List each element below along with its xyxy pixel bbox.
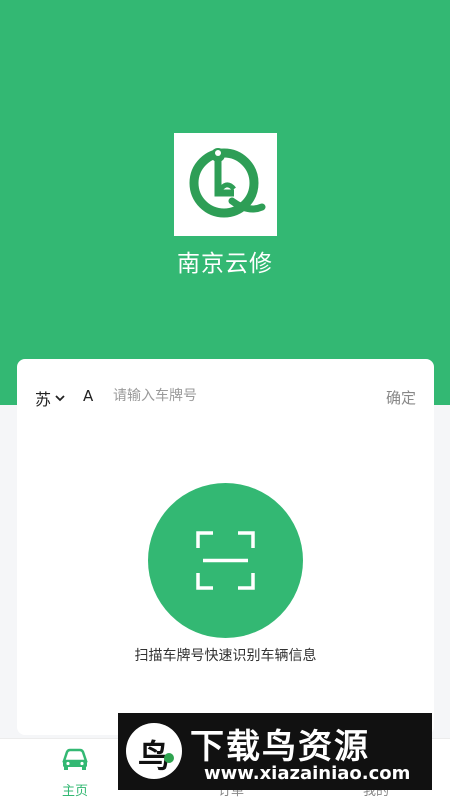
watermark-overlay: 鸟 下载鸟资源 www.xiazainiao.com [118, 713, 432, 790]
confirm-button[interactable]: 确定 [386, 387, 416, 408]
tab-home[interactable]: 主页 [19, 739, 131, 800]
scan-icon [196, 531, 255, 590]
plate-input-row: 苏 A 确定 [17, 381, 434, 413]
province-selector[interactable]: 苏 [35, 386, 66, 410]
header-banner: 南京云修 [0, 0, 450, 405]
watermark-char: 鸟 [137, 737, 170, 775]
watermark-bird-icon: 鸟 [126, 723, 182, 779]
plate-search-card: 苏 A 确定 扫描车牌号快速识别车辆信息 [17, 359, 434, 735]
tab-home-label: 主页 [61, 784, 88, 799]
watermark-title: 下载鸟资源 [190, 727, 370, 767]
app-name: 南京云修 [177, 251, 273, 277]
scan-button[interactable] [148, 483, 303, 638]
scan-hint: 扫描车牌号快速识别车辆信息 [134, 648, 317, 664]
province-label: 苏 [35, 390, 52, 409]
plate-number-input[interactable] [113, 383, 363, 409]
app-logo [174, 133, 277, 236]
watermark-url: www.xiazainiao.com [204, 763, 411, 784]
car-icon [62, 748, 88, 770]
chevron-down-icon [55, 395, 65, 402]
plate-letter[interactable]: A [83, 387, 93, 405]
